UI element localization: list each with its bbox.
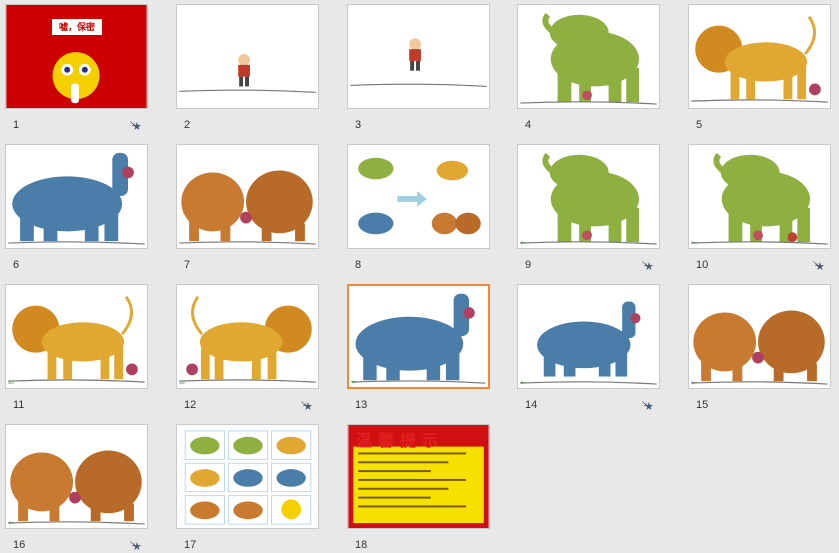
slide-number: 7 bbox=[184, 259, 191, 271]
transition-arrow-icon: ⇦ bbox=[691, 240, 697, 247]
slide-thumbnail-9[interactable]: ⇦ bbox=[517, 144, 660, 249]
slide-art bbox=[8, 295, 145, 383]
slide-thumbnail-8[interactable] bbox=[347, 144, 490, 249]
slide-thumbnail-15[interactable]: ⇦ bbox=[688, 284, 831, 389]
slide-art bbox=[520, 301, 657, 385]
transition-arrow-icon: ⇦ bbox=[8, 520, 14, 527]
slide-art bbox=[179, 295, 316, 383]
slide-thumbnail-18[interactable]: 温馨提示 bbox=[347, 424, 490, 529]
slide-number: 17 bbox=[184, 539, 197, 551]
slide-art bbox=[691, 310, 828, 385]
transition-arrow-icon: ⇦ bbox=[691, 380, 697, 387]
animation-star-icon[interactable]: ↘ ★ bbox=[641, 399, 658, 413]
slide-thumbnail-13[interactable]: ⇦ bbox=[347, 284, 490, 389]
slide-number: 5 bbox=[696, 119, 703, 131]
animation-star-icon[interactable]: ↘ ★ bbox=[129, 119, 146, 133]
slide-number: 9 bbox=[525, 259, 532, 271]
slide-art bbox=[520, 12, 657, 105]
slide-number: 15 bbox=[696, 399, 709, 411]
slide-thumbnail-14[interactable]: ⇦ bbox=[517, 284, 660, 389]
animation-star-icon[interactable]: ↘ ★ bbox=[641, 259, 658, 273]
slide-number: 4 bbox=[525, 119, 532, 131]
slide-number: 10 bbox=[696, 259, 709, 271]
slide-number: 12 bbox=[184, 399, 197, 411]
transition-arrow-icon: ⇦ bbox=[351, 379, 357, 386]
transition-arrow-icon: ⇦ bbox=[520, 380, 526, 387]
slide-art bbox=[358, 157, 481, 235]
slide-thumbnail-16[interactable]: ⇦ bbox=[5, 424, 148, 529]
slide-thumbnail-10[interactable]: ⇦ bbox=[688, 144, 831, 249]
slide-number: 18 bbox=[355, 539, 368, 551]
slide-number: 8 bbox=[355, 259, 362, 271]
slide-art bbox=[8, 450, 145, 525]
slide-title-label: 温馨提示 bbox=[356, 431, 445, 450]
slide-thumbnail-11[interactable]: ⇦ bbox=[5, 284, 148, 389]
slide-art bbox=[351, 293, 486, 384]
slide-art bbox=[520, 152, 657, 245]
slide-art bbox=[8, 152, 145, 245]
slide-art bbox=[350, 38, 487, 88]
slide-sorter-grid: 嘘，保密 1 ↘ ★ 2 3 4 5 6 7 8 ⇦ 9 ↘ ★ ⇦ 10 ↘ … bbox=[0, 0, 839, 553]
slide-thumbnail-3[interactable] bbox=[347, 4, 490, 109]
slide-number: 16 bbox=[13, 539, 26, 551]
slide-thumbnail-6[interactable] bbox=[5, 144, 148, 249]
slide-art bbox=[179, 54, 316, 93]
slide-art bbox=[184, 430, 312, 525]
animation-star-icon[interactable]: ↘ ★ bbox=[129, 539, 146, 553]
transition-arrow-icon: ⇦ bbox=[8, 380, 14, 387]
slide-art bbox=[691, 152, 828, 245]
slide-number: 6 bbox=[13, 259, 20, 271]
slide-thumbnail-1[interactable]: 嘘，保密 bbox=[5, 4, 148, 109]
slide-thumbnail-5[interactable] bbox=[688, 4, 831, 109]
slide-thumbnail-4[interactable] bbox=[517, 4, 660, 109]
slide-title-label: 嘘，保密 bbox=[52, 19, 102, 35]
slide-thumbnail-2[interactable] bbox=[176, 4, 319, 109]
slide-thumbnail-12[interactable]: ⇦ bbox=[176, 284, 319, 389]
slide-thumbnail-7[interactable] bbox=[176, 144, 319, 249]
transition-arrow-icon: ⇦ bbox=[520, 240, 526, 247]
slide-number: 13 bbox=[355, 399, 368, 411]
slide-thumbnail-17[interactable] bbox=[176, 424, 319, 529]
animation-star-icon[interactable]: ↘ ★ bbox=[300, 399, 317, 413]
slide-art bbox=[179, 170, 316, 245]
transition-arrow-icon: ⇦ bbox=[179, 380, 185, 387]
slide-number: 1 bbox=[13, 119, 20, 131]
slide-number: 11 bbox=[13, 399, 25, 411]
slide-number: 3 bbox=[355, 119, 362, 131]
slide-number: 14 bbox=[525, 399, 538, 411]
slide-art bbox=[691, 15, 828, 103]
slide-number: 2 bbox=[184, 119, 191, 131]
animation-star-icon[interactable]: ↘ ★ bbox=[812, 259, 829, 273]
